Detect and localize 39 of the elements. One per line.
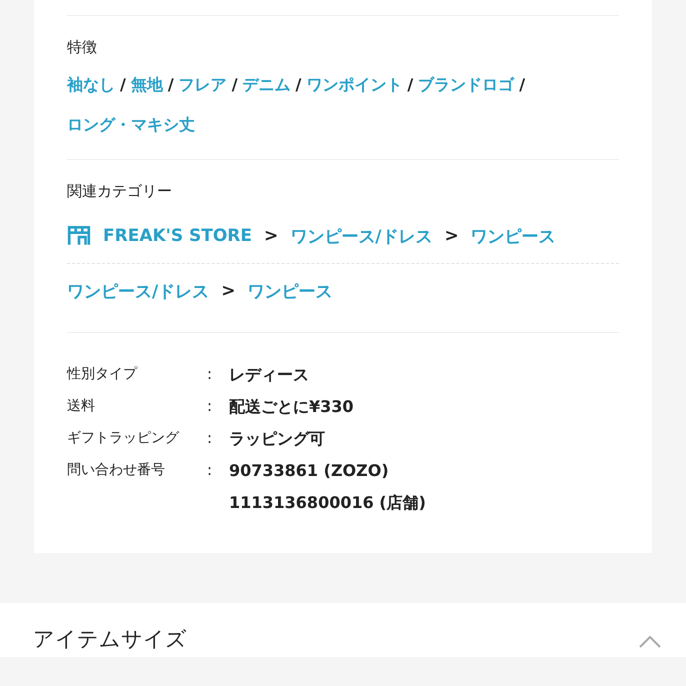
feature-tag-link[interactable]: ロング・マキシ丈 — [67, 115, 195, 134]
category-link[interactable]: FREAK'S STORE — [103, 226, 252, 246]
spec-value: レディース — [229, 364, 309, 386]
separator: / — [232, 75, 238, 94]
breadcrumb-separator: > — [221, 281, 236, 301]
colon: : — [207, 428, 214, 449]
spec-value: ラッピング可 — [229, 428, 325, 450]
spec-label: 性別タイプ — [67, 365, 138, 384]
colon: : — [207, 364, 214, 385]
spec-value: 90733861 (ZOZO) — [229, 460, 390, 482]
spec-label: 送料 — [67, 397, 96, 416]
feature-tag-link[interactable]: ワンポイント — [306, 75, 402, 94]
spec-label: 問い合わせ番号 — [67, 461, 166, 480]
feature-tag-link[interactable]: 無地 — [130, 75, 163, 94]
section-label: 関連カテゴリー — [67, 182, 173, 201]
feature-tag-link[interactable]: ブランドロゴ — [418, 75, 514, 94]
spec-value: 1113136800016 (店舗) — [229, 492, 426, 514]
store-icon — [67, 225, 91, 247]
feature-tag-link[interactable]: フレア — [178, 75, 227, 94]
category-link[interactable]: ワンピース — [247, 280, 332, 302]
separator: / — [519, 75, 526, 94]
section-title: アイテムサイズ — [33, 626, 187, 653]
breadcrumb-separator: > — [444, 226, 459, 246]
category-link[interactable]: ワンピース — [470, 224, 556, 248]
feature-tag-link[interactable]: デニム — [242, 75, 291, 94]
spec-label: ギフトラッピング — [67, 429, 180, 448]
separator: / — [168, 75, 174, 94]
category-link[interactable]: ワンピース/ドレス — [67, 280, 210, 302]
separator: / — [407, 75, 414, 94]
feature-tag-link[interactable]: 袖なし — [67, 75, 115, 94]
breadcrumb-separator: > — [264, 226, 278, 246]
section-header[interactable]: アイテムサイズ — [0, 603, 686, 657]
spec-value: 配送ごとに¥330 — [229, 396, 354, 418]
colon: : — [207, 460, 214, 481]
separator: / — [120, 75, 126, 94]
section-label: 特徴 — [67, 38, 98, 57]
category-link[interactable]: ワンピース/ドレス — [290, 224, 432, 248]
separator: / — [296, 75, 302, 94]
colon: : — [207, 396, 214, 417]
